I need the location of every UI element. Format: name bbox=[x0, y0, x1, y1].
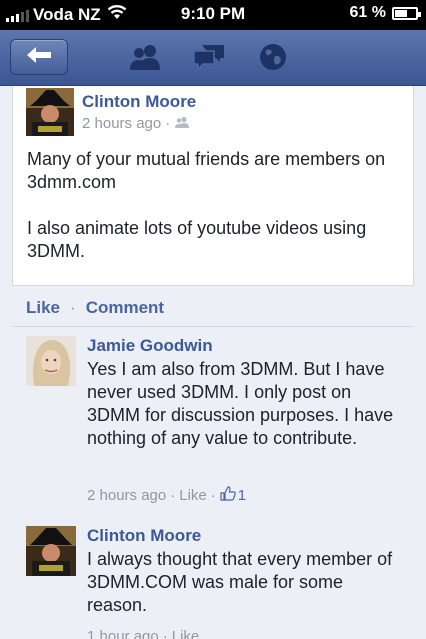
thumbs-up-icon bbox=[220, 486, 236, 505]
comment-button[interactable]: Comment bbox=[86, 298, 164, 318]
friends-privacy-icon bbox=[174, 115, 190, 132]
meta-separator: · bbox=[162, 628, 168, 639]
battery-icon bbox=[392, 6, 421, 20]
comment: Jamie Goodwin Yes I am also from 3DMM. B… bbox=[0, 336, 426, 512]
post-body: Many of your mutual friends are members … bbox=[27, 148, 407, 286]
post-actions: Like · Comment bbox=[26, 298, 164, 318]
avatar[interactable] bbox=[26, 526, 76, 576]
feed-content: Clinton Moore 2 hours ago · Many of your… bbox=[0, 86, 426, 639]
comment-like-button[interactable]: Like bbox=[179, 487, 207, 504]
avatar[interactable] bbox=[26, 88, 74, 136]
comment-time[interactable]: 2 hours ago bbox=[87, 487, 166, 504]
post-card: Clinton Moore 2 hours ago · Many of your… bbox=[12, 86, 414, 286]
nav-bar bbox=[0, 30, 426, 86]
back-button[interactable] bbox=[10, 39, 68, 75]
like-count: 1 bbox=[237, 487, 247, 504]
status-right: 61 % bbox=[349, 4, 421, 22]
like-button[interactable]: Like bbox=[26, 298, 60, 318]
actions-separator: · bbox=[70, 298, 76, 317]
meta-separator: · bbox=[210, 487, 216, 504]
post-author[interactable]: Clinton Moore bbox=[82, 92, 196, 112]
battery-percent: 61 % bbox=[349, 4, 386, 21]
comment-author[interactable]: Jamie Goodwin bbox=[87, 336, 213, 356]
post-meta: 2 hours ago · bbox=[82, 115, 190, 132]
notifications-globe-icon[interactable] bbox=[256, 42, 290, 72]
comment-like-count[interactable]: 1 bbox=[220, 486, 246, 505]
messages-icon[interactable] bbox=[192, 42, 226, 72]
comment: Clinton Moore I always thought that ever… bbox=[0, 526, 426, 639]
comment-like-button[interactable]: Like bbox=[172, 628, 200, 639]
comment-meta: 1 hour ago · Like bbox=[87, 628, 199, 639]
meta-separator: · bbox=[170, 487, 176, 504]
avatar[interactable] bbox=[26, 336, 76, 386]
status-bar: Voda NZ 9:10 PM 61 % bbox=[0, 0, 426, 30]
post-paragraph: Many of your mutual friends are members … bbox=[27, 149, 386, 192]
comment-time[interactable]: 1 hour ago bbox=[87, 628, 159, 639]
post-paragraph: I also animate lots of youtube videos us… bbox=[27, 218, 367, 261]
friend-requests-icon[interactable] bbox=[128, 42, 162, 72]
comment-author[interactable]: Clinton Moore bbox=[87, 526, 201, 546]
meta-separator: · bbox=[165, 115, 171, 132]
post-time[interactable]: 2 hours ago bbox=[82, 115, 161, 132]
comment-text: I always thought that every member of 3D… bbox=[87, 549, 393, 615]
comment-meta: 2 hours ago · Like · 1 bbox=[87, 486, 246, 505]
back-arrow-icon bbox=[25, 45, 53, 70]
divider bbox=[12, 326, 414, 327]
nav-icons bbox=[128, 42, 290, 72]
comment-text: Yes I am also from 3DMM. But I have neve… bbox=[87, 359, 394, 448]
